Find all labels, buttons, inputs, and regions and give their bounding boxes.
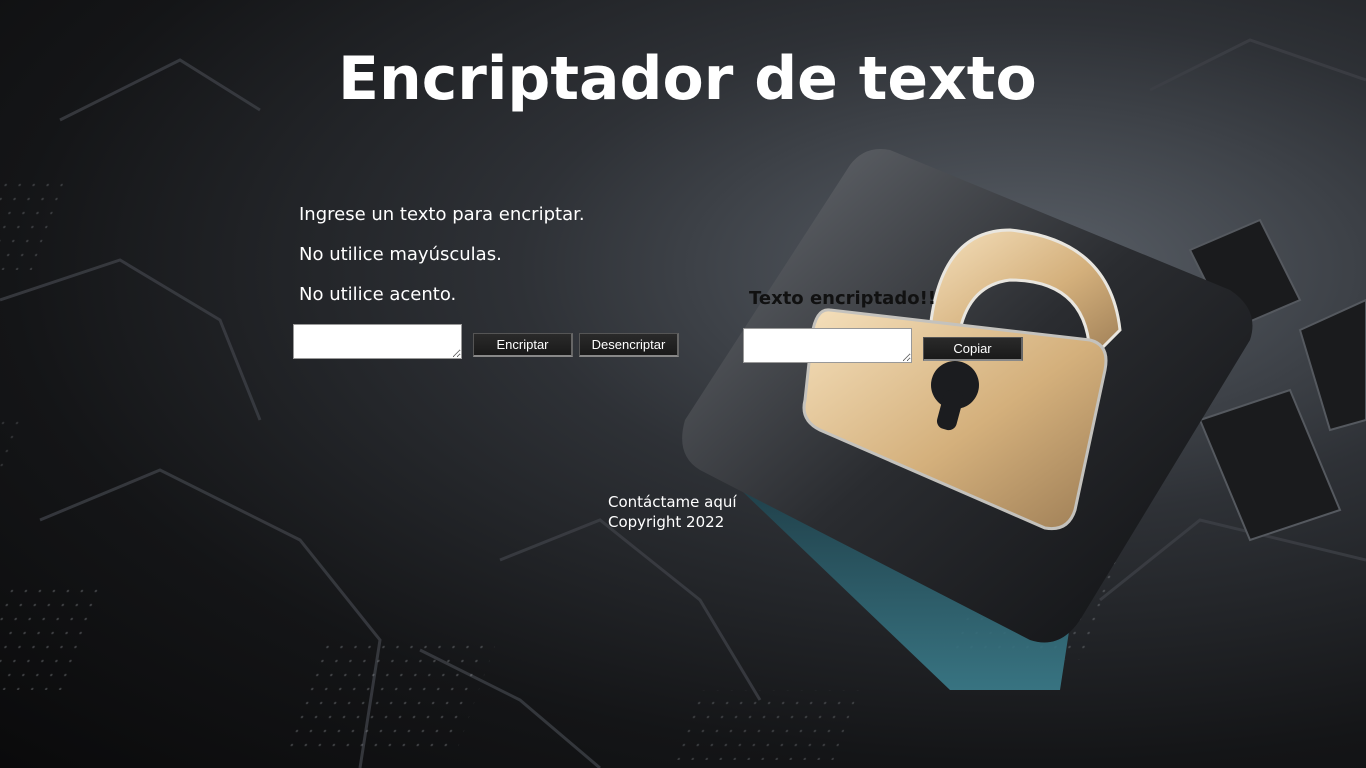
copyright-text: Copyright 2022 (608, 513, 725, 531)
background-image (0, 0, 1366, 768)
instruction-no-uppercase: No utilice mayúsculas. (299, 244, 502, 265)
footer: Contáctame aquí Copyright 2022 (608, 492, 737, 532)
contact-link[interactable]: Contáctame aquí (608, 492, 737, 512)
output-textarea[interactable] (743, 328, 912, 363)
page-title: Encriptador de texto (338, 44, 1037, 114)
padlock-icon (790, 220, 1130, 540)
encrypt-button[interactable]: Encriptar (473, 333, 573, 357)
decrypt-button[interactable]: Desencriptar (579, 333, 679, 357)
instruction-no-accents: No utilice acento. (299, 284, 457, 305)
copy-button[interactable]: Copiar (923, 337, 1023, 361)
instruction-encrypt: Ingrese un texto para encriptar. (299, 204, 585, 225)
input-textarea[interactable] (293, 324, 462, 359)
output-title: Texto encriptado!! (749, 288, 936, 309)
